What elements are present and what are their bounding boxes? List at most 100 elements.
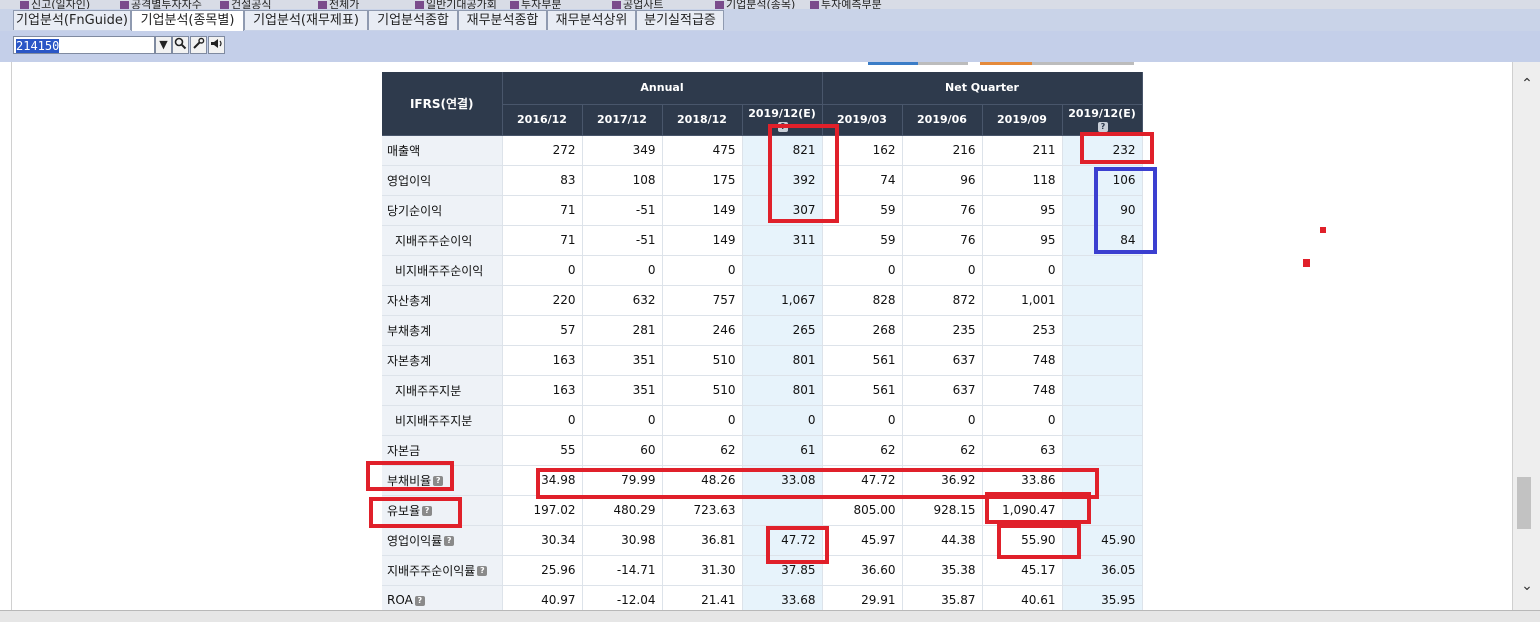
help-icon[interactable]: ? [444, 536, 455, 546]
top-tab[interactable]: 일반기대공가회 [415, 0, 497, 9]
tab-bar: 기업분석(FnGuide) 기업분석(종목별) 기업분석(재무제표) 기업분석종… [0, 9, 1540, 31]
column-header: 2019/12(E)? [742, 104, 823, 136]
table-row: 영업이익 83 108 175 392 74 96 118 106 [382, 165, 1143, 196]
table-cell: 45.17 [982, 555, 1063, 586]
table-cell: 351 [582, 345, 663, 376]
table-cell [1062, 465, 1143, 496]
column-header-label: 2019/12(E) [748, 106, 816, 120]
tab-company-summary[interactable]: 기업분석종합 [368, 10, 458, 30]
table-cell: 748 [982, 375, 1063, 406]
table-cell: 63 [982, 435, 1063, 466]
column-header: 2016/12 [502, 104, 583, 136]
table-cell [1062, 405, 1143, 436]
table-cell: 34.98 [502, 465, 583, 496]
tab-fnguide[interactable]: 기업분석(FnGuide) [13, 10, 131, 30]
row-label-text: 자산총계 [387, 293, 432, 308]
table-cell: 1,067 [742, 285, 823, 316]
quarter-header: Net Quarter [822, 72, 1143, 105]
row-label-text: 자본금 [387, 443, 421, 458]
table-cell: 44.38 [902, 525, 983, 556]
help-icon[interactable]: ? [414, 595, 425, 606]
search-icon[interactable] [172, 36, 189, 54]
row-label: 지배주주순이익 [382, 225, 503, 256]
background-button [868, 62, 918, 65]
top-tab[interactable]: 전체가 [318, 0, 359, 9]
column-header-label: 2019/06 [917, 113, 967, 126]
help-icon[interactable]: ? [477, 566, 488, 576]
chevron-down-icon[interactable]: ▼ [155, 36, 172, 54]
table-cell: 0 [822, 405, 903, 436]
table-cell [1062, 285, 1143, 316]
table-row: 유보율? 197.02 480.29 723.63 805.00 928.15 1,090.… [382, 495, 1143, 526]
table-cell: 561 [822, 345, 903, 376]
table-cell: 45.90 [1062, 525, 1143, 556]
table-cell: 57 [502, 315, 583, 346]
table-cell: 232 [1062, 135, 1143, 166]
table-cell: 36.60 [822, 555, 903, 586]
table-cell: 748 [982, 345, 1063, 376]
table-cell: 872 [902, 285, 983, 316]
table-cell [742, 255, 823, 286]
tab-financial-statements[interactable]: 기업분석(재무제표) [244, 10, 368, 30]
top-tab[interactable]: 투자부분 [510, 0, 561, 9]
vertical-scrollbar[interactable]: ⌃ ⌄ [1512, 62, 1540, 610]
top-tab[interactable]: 공격별투자자수 [120, 0, 202, 9]
corner-header: IFRS(연결) [382, 72, 503, 136]
row-label-text: 지배주주순이익 [395, 233, 473, 248]
table-cell: 55.90 [982, 525, 1063, 556]
top-tab[interactable]: 기업분석(종목) [715, 0, 795, 9]
table-cell: 163 [502, 345, 583, 376]
top-tab[interactable]: 투자예측부분 [810, 0, 882, 9]
tab-financial-summary[interactable]: 재무분석종합 [458, 10, 547, 30]
table-cell: 821 [742, 135, 823, 166]
row-label: 지배주주순이익률? [382, 555, 503, 586]
table-cell: 163 [502, 375, 583, 406]
row-label-text: 영업이익률 [387, 533, 443, 548]
help-icon[interactable]: ? [433, 476, 444, 486]
table-row: 지배주주지분 163 351 510 801 561 637 748 [382, 375, 1143, 406]
toolbar: 214150 ▼ [0, 31, 1540, 62]
table-cell: 71 [502, 195, 583, 226]
table-cell: 30.98 [582, 525, 663, 556]
table-cell: -51 [582, 195, 663, 226]
table-row: 당기순이익 71 -51 149 307 59 76 95 90 [382, 195, 1143, 226]
tab-by-stock[interactable]: 기업분석(종목별) [131, 10, 244, 31]
marker-dot [1303, 259, 1310, 267]
row-label: 비지배주주순이익 [382, 255, 503, 286]
table-cell [742, 495, 823, 526]
scroll-down-icon[interactable]: ⌄ [1519, 578, 1535, 594]
table-cell: -51 [582, 225, 663, 256]
scroll-up-icon[interactable]: ⌃ [1519, 76, 1535, 92]
table-cell: 246 [662, 315, 743, 346]
top-tab[interactable]: 공업사트 [612, 0, 663, 9]
row-label: 부채비율? [382, 465, 503, 496]
column-header: 2019/12(E)? [1062, 104, 1143, 136]
column-header: 2019/03 [822, 104, 903, 136]
column-header-label: 2016/12 [517, 113, 567, 126]
scroll-thumb[interactable] [1517, 477, 1531, 529]
table-cell: 828 [822, 285, 903, 316]
speaker-icon[interactable] [208, 36, 225, 54]
table-cell: 79.99 [582, 465, 663, 496]
top-tab[interactable]: 건설공식 [220, 0, 271, 9]
row-label-text: 비지배주주순이익 [395, 263, 484, 278]
table-row: 자산총계 220 632 757 1,067 828 872 1,001 [382, 285, 1143, 316]
help-icon[interactable]: ? [422, 506, 433, 516]
row-label-text: 유보율 [387, 503, 421, 518]
table-row: 부채비율? 34.98 79.99 48.26 33.08 47.72 36.92 33.86 [382, 465, 1143, 496]
table-cell: 311 [742, 225, 823, 256]
column-header: 2019/06 [902, 104, 983, 136]
stock-code-input[interactable]: 214150 [13, 36, 155, 54]
table-cell: 83 [502, 165, 583, 196]
help-icon[interactable]: ? [778, 121, 788, 132]
top-tab[interactable]: 신고(일자인) [20, 0, 90, 9]
help-icon[interactable]: ? [1098, 121, 1108, 132]
left-edge [0, 62, 12, 610]
table-cell [1062, 435, 1143, 466]
tab-quarterly-surge[interactable]: 분기실적급증 [636, 10, 724, 30]
table-cell: 805.00 [822, 495, 903, 526]
table-cell: 0 [982, 255, 1063, 286]
tab-financial-top[interactable]: 재무분석상위 [547, 10, 636, 30]
wrench-icon[interactable] [190, 36, 207, 54]
table-cell [1062, 255, 1143, 286]
